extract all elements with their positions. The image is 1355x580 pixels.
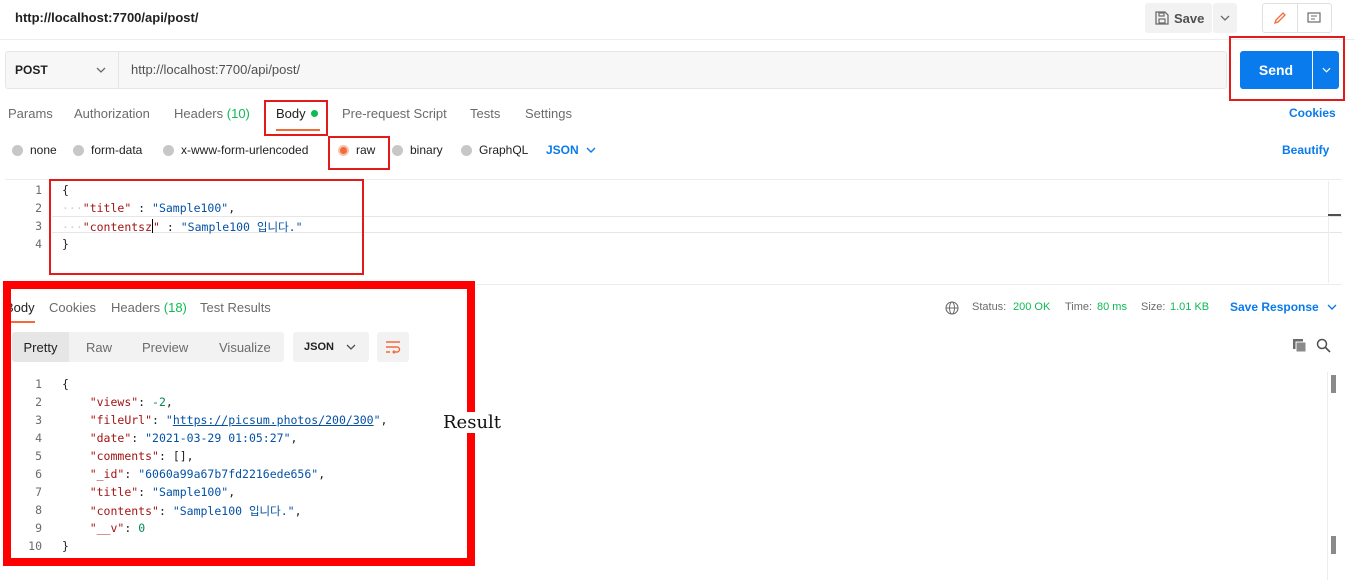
request-title[interactable]: http://localhost:7700/api/post/ <box>15 10 198 25</box>
status-label: Status: <box>972 301 1007 313</box>
globe-icon[interactable] <box>945 301 959 318</box>
chevron-down-icon <box>1220 15 1230 21</box>
line-number: 4 <box>35 237 42 251</box>
time-ms: 80 ms <box>1097 301 1127 313</box>
radio-none[interactable]: none <box>12 143 57 157</box>
annotation-send-box <box>1229 36 1345 101</box>
save-button[interactable]: Save <box>1145 3 1212 33</box>
radio-form-data-label: form-data <box>91 143 143 157</box>
time-label: Time: <box>1065 301 1093 313</box>
view-mode-toggle <box>1262 3 1332 33</box>
save-label: Save <box>1174 10 1205 26</box>
beautify-button[interactable]: Beautify <box>1282 143 1329 157</box>
annotation-body-tab-box <box>264 100 328 136</box>
radio-form-data[interactable]: form-data <box>73 143 142 157</box>
tab-params[interactable]: Params <box>8 106 53 121</box>
response-scroll-track <box>1327 372 1328 580</box>
radio-dot <box>392 144 403 156</box>
edit-mode-button[interactable] <box>1263 4 1298 32</box>
tab-headers-label: Headers <box>174 106 224 121</box>
save-icon <box>1155 11 1169 25</box>
scroll-thumb[interactable] <box>1331 375 1336 393</box>
tab-headers[interactable]: Headers (10) <box>174 106 250 121</box>
size-kb: 1.01 KB <box>1170 301 1210 313</box>
scroll-marker <box>1328 214 1341 216</box>
chevron-down-icon <box>96 67 106 73</box>
comments-button[interactable] <box>1298 4 1332 32</box>
radio-dot <box>163 144 174 156</box>
search-icon[interactable] <box>1316 338 1331 356</box>
save-response-label: Save Response <box>1230 300 1319 314</box>
chevron-down-icon <box>1327 304 1337 310</box>
time-value: 80 ms <box>1097 301 1127 313</box>
radio-dot <box>12 144 23 156</box>
save-response-button[interactable]: Save Response <box>1230 300 1337 314</box>
chevron-down-icon <box>586 147 596 153</box>
scroll-marker <box>1331 536 1336 554</box>
body-format-label: JSON <box>546 143 579 157</box>
radio-dot <box>461 144 472 156</box>
annotation-request-body-box <box>49 179 364 275</box>
body-format-select[interactable]: JSON <box>546 143 596 157</box>
radio-urlencoded[interactable]: x-www-form-urlencoded <box>163 143 308 157</box>
size-value: 1.01 KB <box>1170 301 1209 313</box>
pencil-icon <box>1273 12 1286 25</box>
status-value: 200 OK <box>1013 301 1050 313</box>
comment-icon <box>1307 12 1321 23</box>
url-input[interactable]: http://localhost:7700/api/post/ <box>131 62 300 77</box>
tab-tests[interactable]: Tests <box>470 106 500 121</box>
editor-scrollbar[interactable] <box>1328 181 1341 283</box>
line-number: 2 <box>35 201 42 215</box>
method-label: POST <box>15 63 48 77</box>
copy-icon[interactable] <box>1292 338 1307 356</box>
radio-urlencoded-label: x-www-form-urlencoded <box>181 143 309 157</box>
cookies-link[interactable]: Cookies <box>1289 106 1336 120</box>
size-label: Size: <box>1141 301 1166 313</box>
radio-none-label: none <box>30 143 57 157</box>
annotation-result-label: Result <box>441 412 504 433</box>
radio-graphql[interactable]: GraphQL <box>461 143 528 157</box>
annotation-result-box <box>3 281 475 566</box>
annotation-raw-box <box>328 136 390 170</box>
line-number: 1 <box>35 183 42 197</box>
radio-dot <box>73 144 84 156</box>
radio-binary[interactable]: binary <box>392 143 443 157</box>
radio-graphql-label: GraphQL <box>479 143 529 157</box>
radio-binary-label: binary <box>410 143 443 157</box>
status-code: 200 OK <box>1013 301 1051 313</box>
line-number: 3 <box>35 219 42 233</box>
tab-headers-count: (10) <box>226 106 250 121</box>
tab-authorization[interactable]: Authorization <box>74 106 150 121</box>
save-dropdown-button[interactable] <box>1213 3 1237 33</box>
tab-settings[interactable]: Settings <box>525 106 572 121</box>
method-select[interactable]: POST <box>5 51 119 89</box>
tab-pre-request-script[interactable]: Pre-request Script <box>342 106 447 121</box>
